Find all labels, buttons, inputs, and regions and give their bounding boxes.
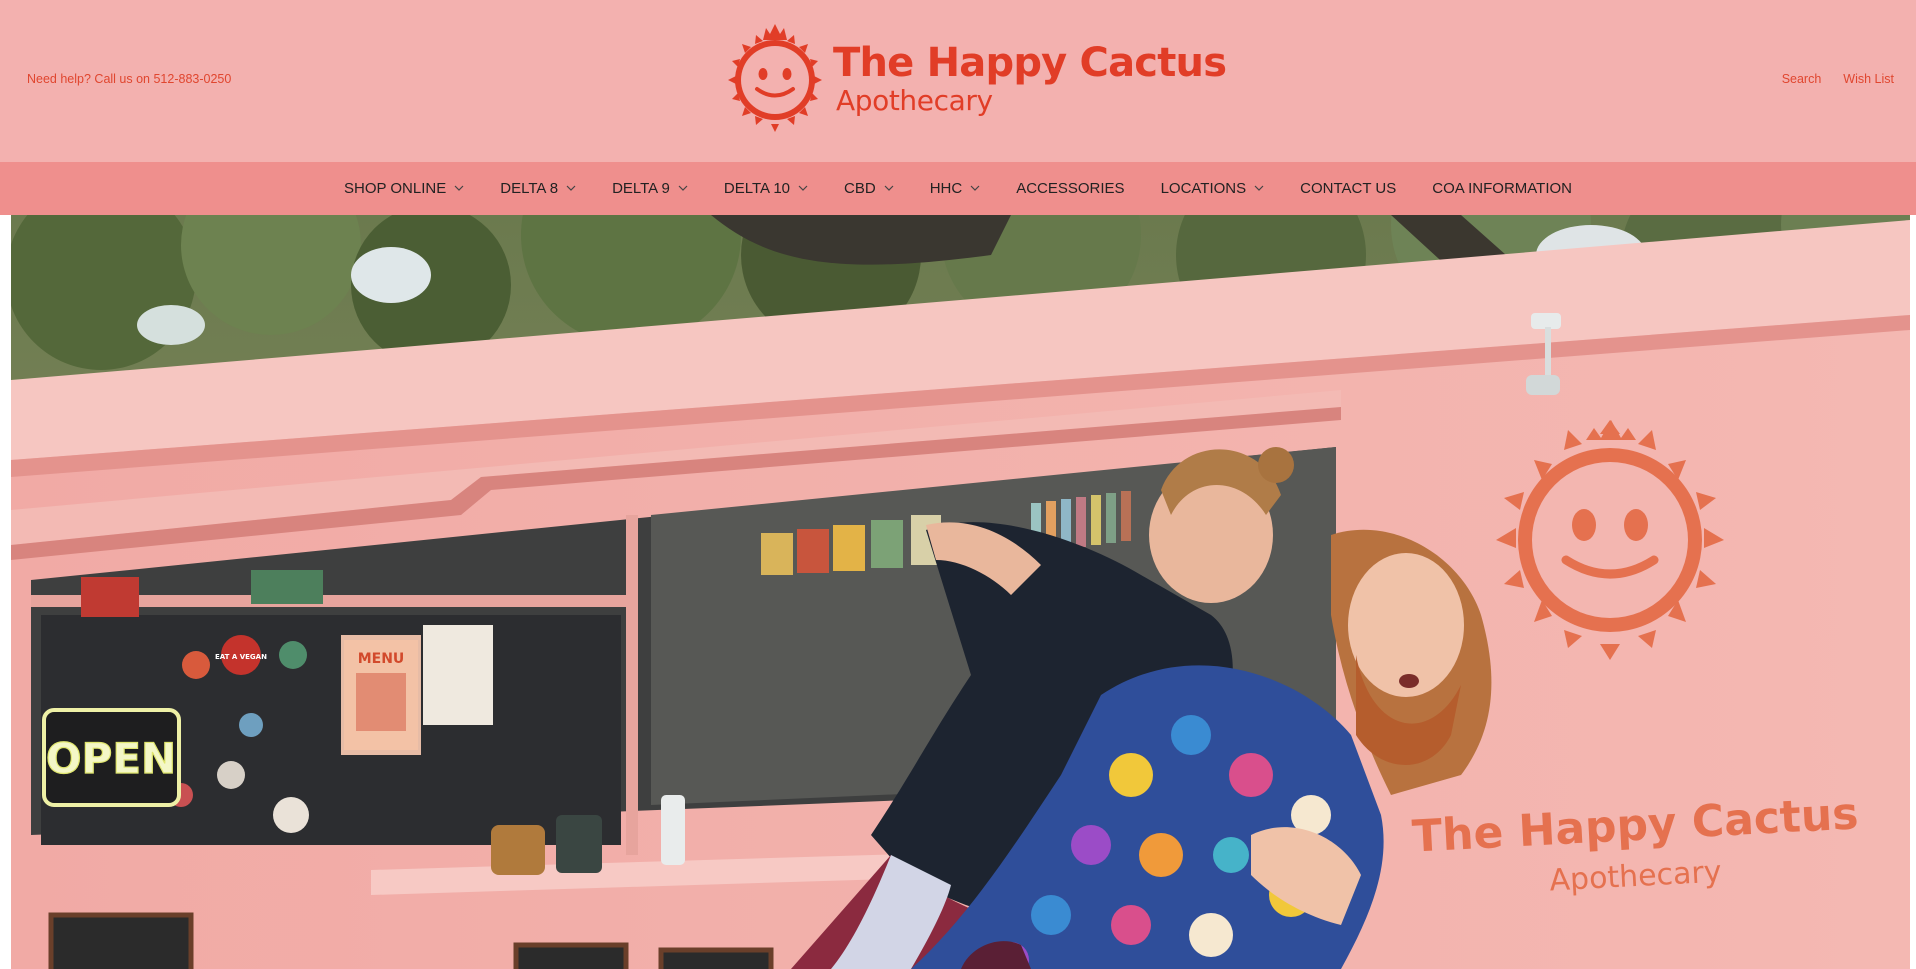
nav-item-delta-10[interactable]: DELTA 10	[724, 180, 808, 197]
search-link[interactable]: Search	[1782, 72, 1822, 86]
page: Need help? Call us on 512-883-0250 The H…	[0, 0, 1916, 969]
chevron-down-icon	[454, 185, 464, 191]
nav-item-accessories[interactable]: ACCESSORIES	[1016, 180, 1124, 197]
chevron-down-icon	[798, 185, 808, 191]
nav-item-label: DELTA 10	[723, 180, 791, 197]
nav-item-delta-9[interactable]: DELTA 9	[612, 180, 688, 197]
nav-item-label: CONTACT US	[1300, 180, 1397, 197]
nav-item-delta-8[interactable]: DELTA 8	[500, 180, 576, 197]
chevron-down-icon	[678, 185, 688, 191]
hero-photo: OPEN MENU EAT A VEGAN The Happy Cactus A…	[11, 215, 1910, 969]
nav-item-label: DELTA 9	[612, 180, 670, 197]
header-utility-links: Search Wish List	[1782, 72, 1894, 86]
nav-item-hhc[interactable]: HHC	[930, 180, 981, 197]
nav-item-locations[interactable]: LOCATIONS	[1161, 180, 1265, 197]
nav-item-contact-us[interactable]: CONTACT US	[1300, 180, 1396, 197]
hero-banner[interactable]: OPEN MENU EAT A VEGAN The Happy Cactus A…	[11, 215, 1910, 969]
menu-sign: MENU	[358, 651, 405, 667]
nav-item-label: LOCATIONS	[1160, 180, 1247, 197]
nav-item-cbd[interactable]: CBD	[844, 180, 894, 197]
site-logo[interactable]: The Happy Cactus Apothecary	[722, 22, 1227, 140]
nav-item-label: DELTA 8	[500, 180, 559, 197]
open-sign: OPEN	[46, 734, 176, 783]
chevron-down-icon	[1254, 185, 1264, 191]
chevron-down-icon	[566, 185, 576, 191]
nav-item-label: SHOP ONLINE	[343, 180, 447, 197]
logo-brand-name: The Happy Cactus	[833, 40, 1227, 86]
chevron-down-icon	[970, 185, 980, 191]
wish-list-link[interactable]: Wish List	[1843, 72, 1894, 86]
nav-list: SHOP ONLINE DELTA 8 DELTA 9 DELTA 10 CBD…	[0, 162, 1916, 215]
nav-item-coa-information[interactable]: COA INFORMATION	[1432, 180, 1572, 197]
nav-item-label: COA INFORMATION	[1432, 180, 1573, 197]
smiley-sun-logo-icon	[728, 24, 822, 132]
nav-item-label: ACCESSORIES	[1016, 180, 1125, 197]
main-navigation: SHOP ONLINE DELTA 8 DELTA 9 DELTA 10 CBD…	[0, 162, 1916, 215]
nav-item-label: CBD	[844, 180, 876, 197]
nav-item-label: HHC	[929, 180, 963, 197]
nav-item-shop-online[interactable]: SHOP ONLINE	[344, 180, 464, 197]
helpline-text: Need help? Call us on 512-883-0250	[27, 72, 232, 86]
top-header: Need help? Call us on 512-883-0250 The H…	[0, 0, 1916, 162]
vegan-sticker: EAT A VEGAN	[215, 653, 267, 661]
chevron-down-icon	[884, 185, 894, 191]
logo-brand-sub: Apothecary	[836, 84, 993, 117]
